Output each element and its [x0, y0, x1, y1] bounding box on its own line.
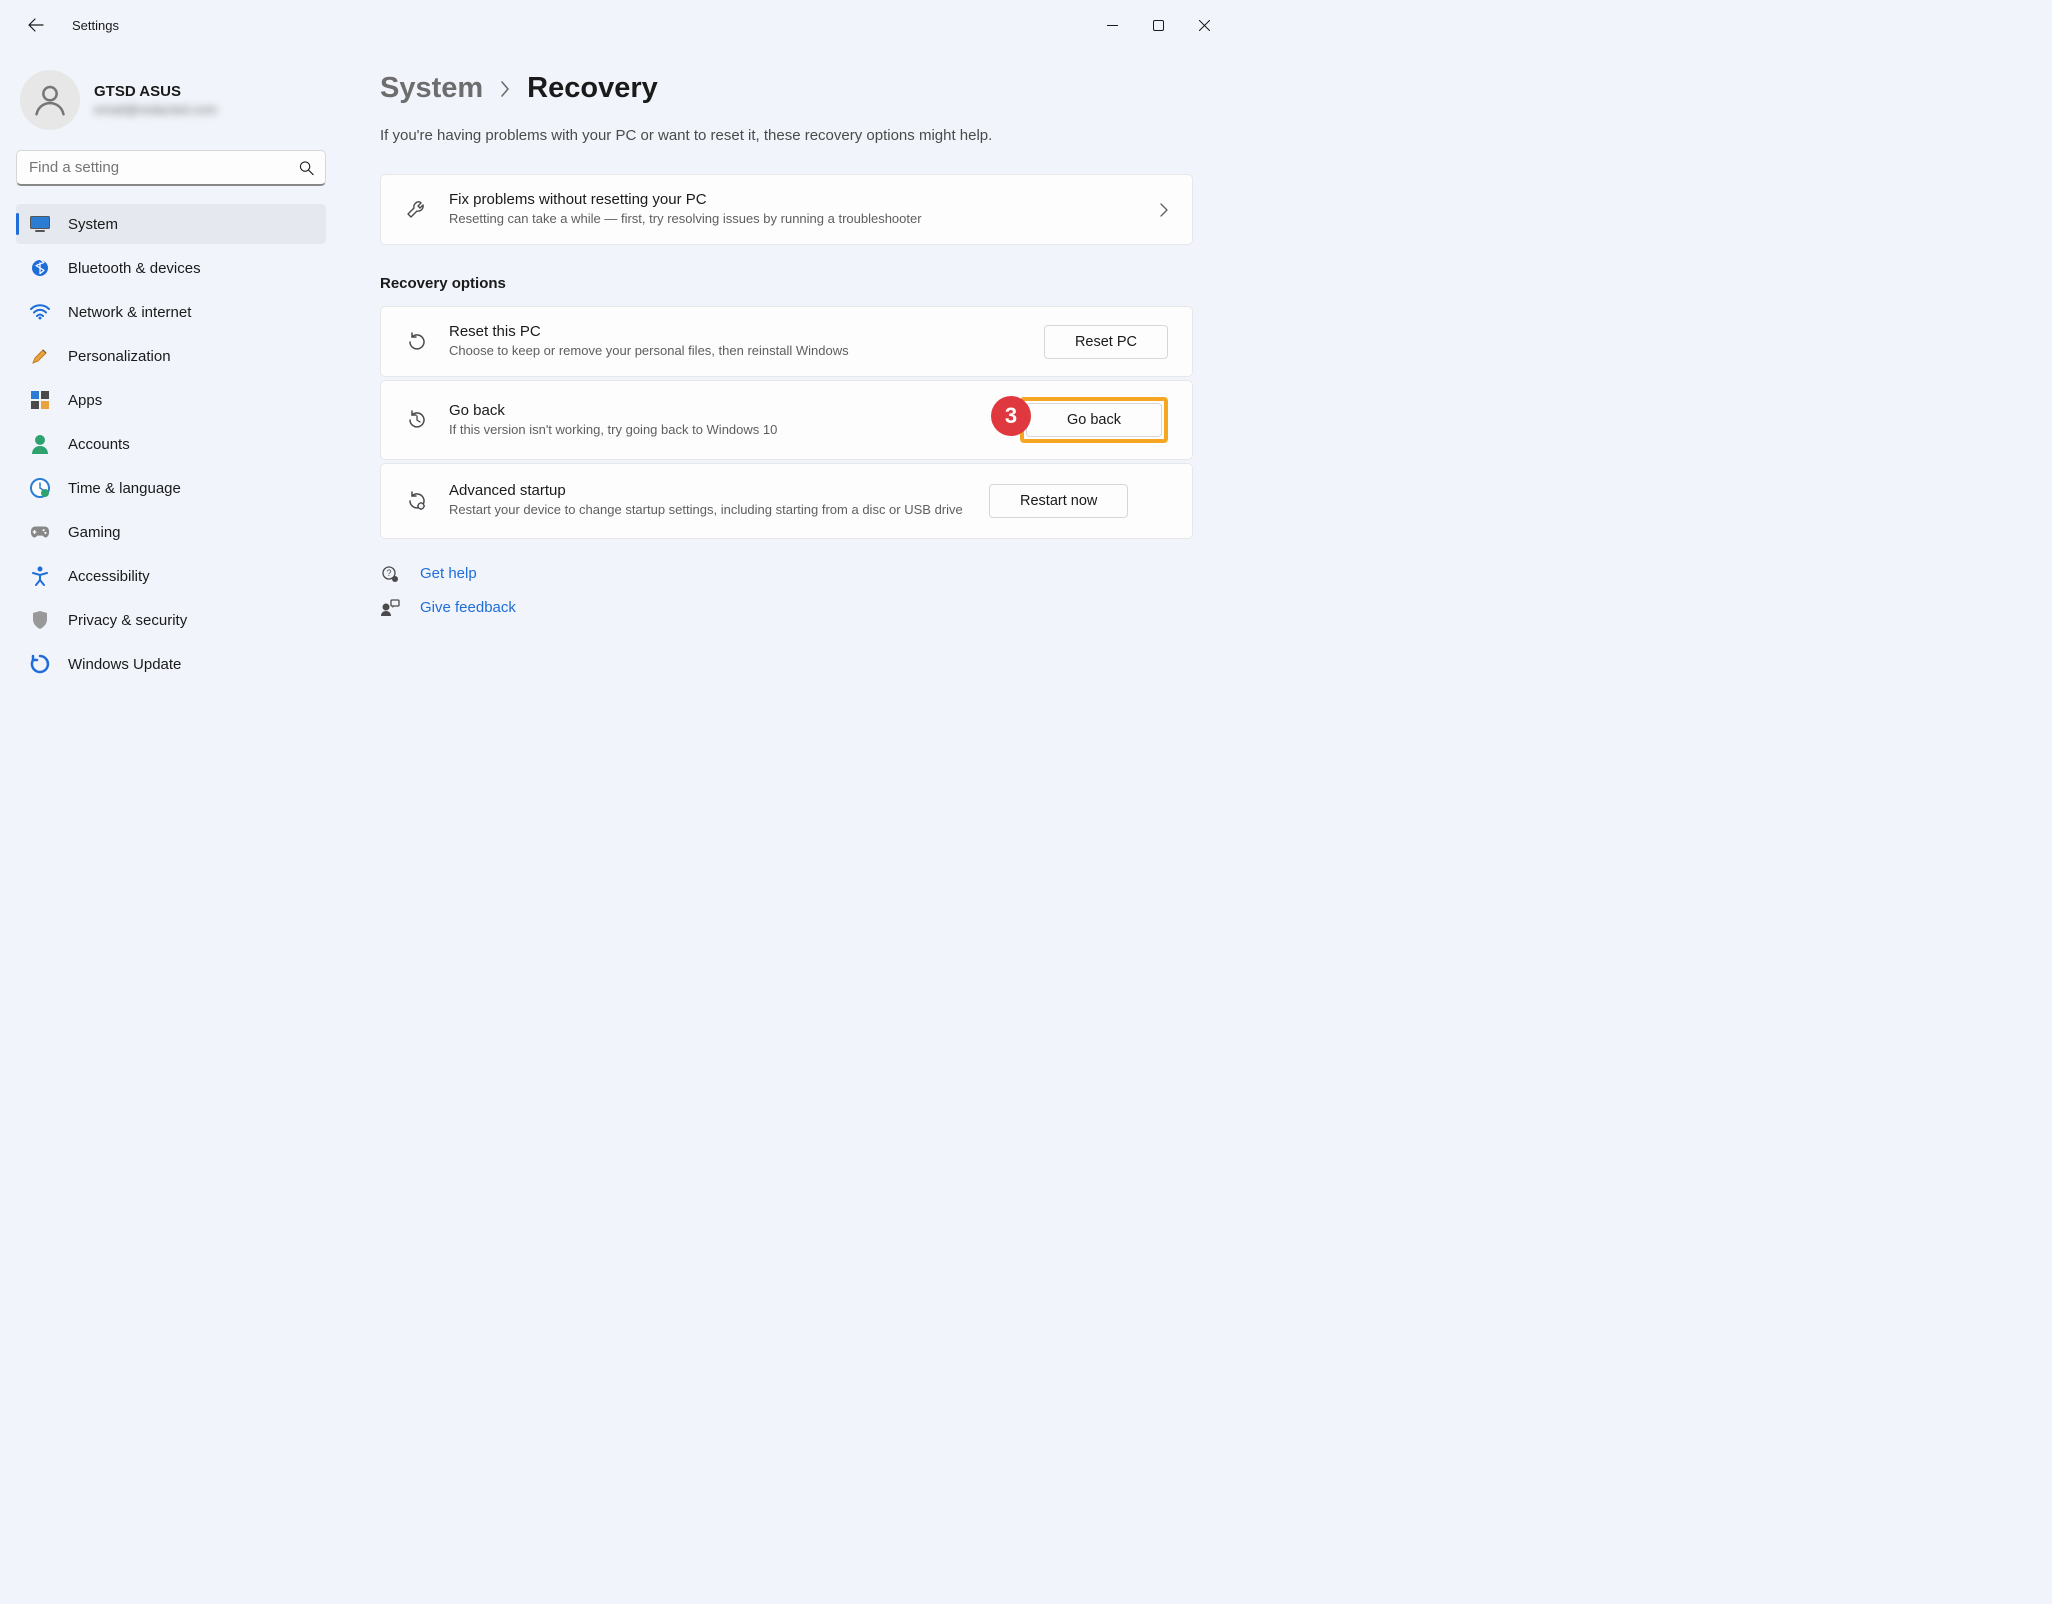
- gear-restart-icon: [405, 490, 429, 512]
- section-label: Recovery options: [380, 275, 1193, 292]
- restart-now-button[interactable]: Restart now: [989, 484, 1128, 518]
- search-wrap: [16, 150, 326, 186]
- accessibility-icon: [30, 566, 50, 586]
- close-button[interactable]: [1181, 9, 1227, 41]
- give-feedback-link[interactable]: Give feedback: [380, 599, 1193, 617]
- get-help-link[interactable]: ? Get help: [380, 565, 1193, 583]
- nav-item-personalization[interactable]: Personalization: [16, 336, 326, 376]
- history-icon: [405, 409, 429, 431]
- clock-icon: [30, 478, 50, 498]
- card-title: Go back: [449, 402, 1000, 419]
- nav-item-accessibility[interactable]: Accessibility: [16, 556, 326, 596]
- back-button[interactable]: [18, 7, 54, 43]
- avatar: [20, 70, 80, 130]
- card-desc: Restart your device to change startup se…: [449, 501, 969, 519]
- shield-icon: [30, 610, 50, 630]
- nav-item-gaming[interactable]: Gaming: [16, 512, 326, 552]
- nav-label: Network & internet: [68, 304, 191, 321]
- nav-label: Apps: [68, 392, 102, 409]
- wifi-icon: [30, 302, 50, 322]
- page-subtitle: If you're having problems with your PC o…: [380, 127, 1193, 144]
- help-icon: ?: [380, 565, 400, 583]
- reset-icon: [405, 331, 429, 353]
- nav-label: Personalization: [68, 348, 171, 365]
- chevron-right-icon: [499, 80, 511, 98]
- nav: System Bluetooth & devices Network & int…: [16, 204, 326, 684]
- nav-item-privacy[interactable]: Privacy & security: [16, 600, 326, 640]
- nav-label: Accessibility: [68, 568, 150, 585]
- go-back-card: Go back If this version isn't working, t…: [380, 380, 1193, 460]
- profile-name: GTSD ASUS: [94, 83, 217, 100]
- fix-problems-card[interactable]: Fix problems without resetting your PC R…: [380, 174, 1193, 245]
- maximize-button[interactable]: [1135, 9, 1181, 41]
- arrow-left-icon: [28, 17, 44, 33]
- search-input[interactable]: [16, 150, 326, 186]
- nav-item-network[interactable]: Network & internet: [16, 292, 326, 332]
- nav-item-time[interactable]: Time & language: [16, 468, 326, 508]
- profile-email: email@redacted.com: [94, 102, 217, 117]
- advanced-startup-card: Advanced startup Restart your device to …: [380, 463, 1193, 538]
- highlight-box: Go back: [1020, 397, 1168, 443]
- card-title: Reset this PC: [449, 323, 1024, 340]
- reset-pc-button[interactable]: Reset PC: [1044, 325, 1168, 359]
- breadcrumb: System Recovery: [380, 72, 1193, 105]
- wrench-icon: [405, 199, 429, 221]
- profile-block[interactable]: GTSD ASUS email@redacted.com: [16, 66, 326, 150]
- svg-text:?: ?: [386, 568, 391, 578]
- help-links: ? Get help Give feedback: [380, 565, 1193, 617]
- bluetooth-icon: [30, 258, 50, 278]
- link-text: Give feedback: [420, 599, 516, 616]
- nav-item-system[interactable]: System: [16, 204, 326, 244]
- nav-label: Windows Update: [68, 656, 181, 673]
- titlebar: Settings: [0, 0, 1231, 50]
- apps-icon: [30, 390, 50, 410]
- annotation-callout: 3: [991, 396, 1031, 436]
- search-icon: [299, 161, 314, 176]
- minimize-icon: [1107, 20, 1118, 31]
- breadcrumb-current: Recovery: [527, 72, 658, 105]
- close-icon: [1199, 20, 1210, 31]
- nav-label: Accounts: [68, 436, 130, 453]
- card-desc: If this version isn't working, try going…: [449, 421, 1000, 439]
- go-back-button[interactable]: Go back: [1026, 403, 1162, 437]
- nav-label: Privacy & security: [68, 612, 187, 629]
- nav-item-update[interactable]: Windows Update: [16, 644, 326, 684]
- system-icon: [30, 214, 50, 234]
- card-desc: Resetting can take a while — first, try …: [449, 210, 1140, 228]
- window-title: Settings: [72, 18, 119, 33]
- card-title: Fix problems without resetting your PC: [449, 191, 1140, 208]
- minimize-button[interactable]: [1089, 9, 1135, 41]
- brush-icon: [30, 346, 50, 366]
- sidebar: GTSD ASUS email@redacted.com System Blue…: [16, 50, 326, 684]
- maximize-icon: [1153, 20, 1164, 31]
- update-icon: [30, 654, 50, 674]
- nav-item-accounts[interactable]: Accounts: [16, 424, 326, 464]
- person-icon: [31, 81, 69, 119]
- feedback-icon: [380, 599, 400, 617]
- accounts-icon: [30, 434, 50, 454]
- card-desc: Choose to keep or remove your personal f…: [449, 342, 1024, 360]
- card-title: Advanced startup: [449, 482, 969, 499]
- nav-item-apps[interactable]: Apps: [16, 380, 326, 420]
- link-text: Get help: [420, 565, 477, 582]
- chevron-right-icon: [1160, 203, 1168, 217]
- nav-label: Bluetooth & devices: [68, 260, 201, 277]
- reset-pc-card: Reset this PC Choose to keep or remove y…: [380, 306, 1193, 377]
- nav-item-bluetooth[interactable]: Bluetooth & devices: [16, 248, 326, 288]
- nav-label: Gaming: [68, 524, 121, 541]
- main-content: System Recovery If you're having problem…: [326, 50, 1215, 684]
- nav-label: System: [68, 216, 118, 233]
- gamepad-icon: [30, 522, 50, 542]
- breadcrumb-parent[interactable]: System: [380, 72, 483, 105]
- nav-label: Time & language: [68, 480, 181, 497]
